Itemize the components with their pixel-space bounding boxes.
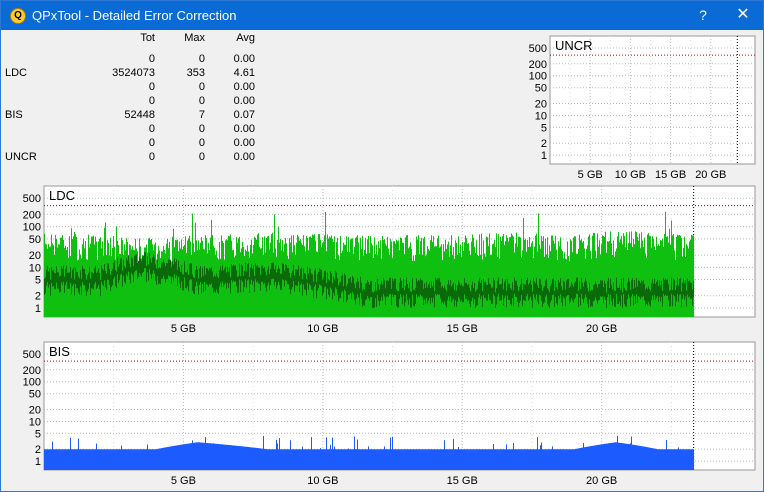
y-tick-label: 10 — [29, 416, 41, 428]
ldc-chart: 5002001005020105215 GB 10 GB 15 GB 20 GBLDC — [23, 185, 756, 335]
row-avg: 0.00 — [233, 151, 255, 163]
x-tick-label: 5 GB — [578, 169, 603, 181]
row-avg: 0.00 — [233, 137, 255, 149]
help-button[interactable]: ? — [691, 5, 715, 25]
y-tick-label: 100 — [23, 377, 41, 389]
y-tick-label: 500 — [529, 43, 547, 55]
row-label: BIS — [5, 109, 23, 121]
y-tick-label: 2 — [541, 138, 547, 150]
qpxtool-logo-icon: Q — [10, 8, 26, 24]
row-avg: 4.61 — [233, 67, 255, 79]
chart-title: BIS — [49, 344, 70, 359]
y-tick-label: 200 — [23, 209, 41, 221]
window-title: QPxTool - Detailed Error Correction — [32, 8, 237, 23]
y-tick-label: 10 — [535, 110, 547, 122]
row-tot: 52448 — [124, 109, 155, 121]
x-tick-label: 15 GB — [447, 323, 478, 335]
x-tick-label: 15 GB — [447, 475, 478, 487]
y-tick-label: 20 — [535, 98, 547, 110]
row-label: UNCR — [5, 151, 37, 163]
y-tick-label: 200 — [529, 59, 547, 71]
uncr-chart: 5002001005020105215 GB 10 GB 15 GB 20 GBUNC… — [529, 35, 756, 181]
y-tick-label: 10 — [29, 262, 41, 274]
row-tot: 0 — [148, 53, 155, 65]
row-max: 0 — [198, 53, 205, 65]
title-bar[interactable]: Q QPxTool - Detailed Error Correction ? … — [1, 1, 763, 30]
row-tot: 0 — [148, 137, 155, 149]
row-avg: 0.00 — [233, 95, 255, 107]
row-max: 0 — [198, 137, 205, 149]
row-tot: 0 — [148, 81, 155, 93]
x-tick-label: 10 GB — [615, 169, 646, 181]
row-avg: 0.00 — [233, 123, 255, 135]
row-max: 353 — [186, 67, 205, 79]
y-tick-label: 500 — [23, 349, 41, 361]
header-tot: Tot — [140, 32, 155, 44]
y-tick-label: 500 — [23, 193, 41, 205]
bis-chart: 5002001005020105215 GB 10 GB 15 GB 20 GBBIS — [23, 341, 756, 487]
row-max: 0 — [198, 95, 205, 107]
y-tick-label: 50 — [29, 234, 41, 246]
row-label: LDC — [5, 67, 28, 79]
row-tot: 0 — [148, 95, 155, 107]
x-tick-label: 10 GB — [307, 475, 338, 487]
row-avg: 0.00 — [233, 81, 255, 93]
y-tick-label: 2 — [35, 291, 41, 303]
y-tick-label: 2 — [35, 444, 41, 456]
x-tick-label: 20 GB — [586, 323, 617, 335]
row-tot: 0 — [148, 123, 155, 135]
row-max: 0 — [198, 123, 205, 135]
row-avg: 0.07 — [233, 109, 255, 121]
header-avg: Avg — [236, 32, 255, 44]
row-max: 7 — [198, 109, 205, 121]
row-tot: 0 — [148, 151, 155, 163]
y-tick-label: 1 — [541, 150, 547, 162]
y-tick-label: 20 — [29, 250, 41, 262]
y-tick-label: 100 — [529, 71, 547, 83]
y-tick-label: 50 — [29, 389, 41, 401]
dialog-window: Q QPxTool - Detailed Error Correction ? … — [0, 0, 764, 492]
row-max: 0 — [198, 81, 205, 93]
chart-title: UNCR — [555, 38, 593, 53]
y-tick-label: 200 — [23, 365, 41, 377]
x-tick-label: 5 GB — [171, 323, 196, 335]
y-tick-label: 5 — [35, 428, 41, 440]
y-tick-label: 50 — [535, 83, 547, 95]
y-tick-label: 20 — [29, 404, 41, 416]
x-tick-label: 20 GB — [695, 169, 726, 181]
y-tick-label: 5 — [35, 275, 41, 287]
chart-title: LDC — [49, 188, 75, 203]
row-max: 0 — [198, 151, 205, 163]
x-tick-label: 20 GB — [586, 475, 617, 487]
x-tick-label: 5 GB — [171, 475, 196, 487]
x-tick-label: 10 GB — [307, 323, 338, 335]
x-tick-label: 15 GB — [655, 169, 686, 181]
y-tick-label: 100 — [23, 222, 41, 234]
header-max: Max — [184, 32, 205, 44]
row-tot: 3524073 — [112, 67, 155, 79]
y-tick-label: 5 — [541, 122, 547, 134]
close-button[interactable]: ✕ — [729, 4, 757, 26]
y-tick-label: 1 — [35, 303, 41, 315]
row-avg: 0.00 — [233, 53, 255, 65]
y-tick-label: 1 — [35, 456, 41, 468]
